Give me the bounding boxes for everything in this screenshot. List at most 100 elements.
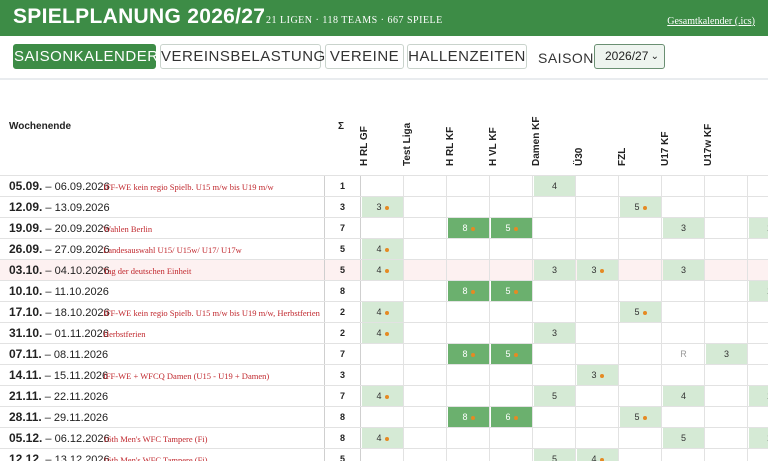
- tab-hallenzeiten[interactable]: HALLENZEITEN: [407, 44, 527, 69]
- league-cell[interactable]: 3: [577, 260, 619, 280]
- tab-saisonkalender[interactable]: SAISONKALENDER: [13, 44, 158, 69]
- league-cell: [448, 197, 490, 217]
- week-note: IFF-WE kein regio Spielb. U15 m/w bis U1…: [103, 182, 274, 192]
- league-cell: [577, 302, 619, 322]
- league-cell[interactable]: 4: [362, 428, 404, 448]
- league-cell[interactable]: 3: [362, 197, 404, 217]
- week-end: – 13.09.2026: [42, 202, 110, 214]
- league-cell[interactable]: 4: [577, 449, 619, 461]
- league-cell[interactable]: 3: [663, 260, 705, 280]
- league-cell[interactable]: 8: [448, 218, 490, 238]
- table-row[interactable]: 31.10. – 01.11.2026 Herbstferien 2 4 3: [0, 322, 768, 343]
- table-row[interactable]: 07.11. – 08.11.2026 7 8 5 R 3: [0, 343, 768, 364]
- league-cell[interactable]: 4: [362, 386, 404, 406]
- league-cell: [405, 239, 447, 259]
- league-cell[interactable]: 6: [491, 407, 533, 427]
- league-cell: [577, 407, 619, 427]
- league-cell: [405, 281, 447, 301]
- ics-download-link[interactable]: Gesamtkalender (.ics): [667, 16, 755, 27]
- league-cell: [706, 365, 748, 385]
- league-cell[interactable]: 3: [663, 218, 705, 238]
- league-cell[interactable]: 1: [749, 428, 768, 448]
- game-count: 5: [680, 433, 686, 443]
- game-count: 3: [591, 265, 597, 275]
- table-row[interactable]: 05.12. – 06.12.2026 16th Men's WFC Tamper…: [0, 427, 768, 448]
- league-cell[interactable]: R: [663, 344, 705, 364]
- table-row[interactable]: 14.11. – 15.11.2026 IFF-WE + WFCQ Damen (…: [0, 364, 768, 385]
- league-cell[interactable]: 5: [663, 428, 705, 448]
- league-cell[interactable]: 5: [491, 344, 533, 364]
- saison-label: SAISON: [538, 50, 594, 66]
- week-end: – 11.10.2026: [42, 286, 109, 298]
- league-cell: [663, 176, 705, 196]
- league-cell[interactable]: 4: [362, 239, 404, 259]
- week-end: – 27.09.2026: [42, 244, 110, 256]
- league-cell[interactable]: 4: [663, 386, 705, 406]
- tab-vereinsbelastung[interactable]: VEREINSBELASTUNG: [160, 44, 325, 69]
- game-count: 5: [634, 412, 640, 422]
- league-cell: [448, 239, 490, 259]
- league-cell: [577, 344, 619, 364]
- table-row[interactable]: 28.11. – 29.11.2026 8 8 6 5: [0, 406, 768, 427]
- table-row[interactable]: 12.09. – 13.09.2026 3 3 5: [0, 196, 768, 217]
- chevron-down-icon: ⌄: [650, 51, 659, 62]
- saison-select[interactable]: 2026/27 ⌄: [594, 44, 665, 69]
- league-cell: [706, 218, 748, 238]
- table-row[interactable]: 03.10. – 04.10.2026 Tag der deutschen Ein…: [0, 259, 768, 280]
- week-date: 26.09. – 27.09.2026: [9, 242, 110, 256]
- table-row[interactable]: 17.10. – 18.10.2026 IFF-WE kein regio Spi…: [0, 301, 768, 322]
- league-cell[interactable]: 5: [620, 407, 662, 427]
- league-cell: [706, 407, 748, 427]
- week-sum: 1: [324, 176, 361, 196]
- table-row[interactable]: 21.11. – 22.11.2026 7 4 5 4 1: [0, 385, 768, 406]
- league-cell[interactable]: 3: [534, 323, 576, 343]
- league-cell: [663, 197, 705, 217]
- league-cell: [620, 281, 662, 301]
- table-row[interactable]: 12.12. – 13.12.2026 16th Men's WFC Tamper…: [0, 448, 768, 461]
- league-cell[interactable]: 5: [491, 218, 533, 238]
- league-cell[interactable]: 5: [491, 281, 533, 301]
- nav-bar: SAISONKALENDER VEREINSBELASTUNG VEREINE …: [0, 36, 768, 78]
- week-start: 14.11.: [9, 368, 42, 382]
- league-cell[interactable]: 4: [362, 302, 404, 322]
- league-cell: [405, 323, 447, 343]
- league-cell: [534, 218, 576, 238]
- week-note: 16th Men's WFC Tampere (Fi): [103, 455, 208, 461]
- game-count: 5: [551, 454, 557, 461]
- week-date: 03.10. – 04.10.2026: [9, 263, 110, 277]
- week-sum: 3: [324, 197, 361, 217]
- game-count: R: [680, 349, 687, 359]
- league-cell: [749, 344, 768, 364]
- league-cell[interactable]: 8: [448, 281, 490, 301]
- sum-column-header: Σ: [338, 121, 345, 132]
- league-cell[interactable]: 5: [534, 386, 576, 406]
- week-note: 16th Men's WFC Tampere (Fi): [103, 434, 208, 444]
- conflict-dot-icon: [470, 352, 475, 357]
- week-start: 12.09.: [9, 200, 43, 214]
- league-cell[interactable]: 4: [362, 323, 404, 343]
- tab-vereine[interactable]: VEREINE: [325, 44, 404, 69]
- game-count: 4: [591, 454, 597, 461]
- game-count: 4: [680, 391, 686, 401]
- week-sum: 7: [324, 344, 361, 364]
- league-cell[interactable]: 8: [448, 407, 490, 427]
- league-cell[interactable]: 5: [534, 449, 576, 461]
- league-cell[interactable]: 1: [749, 218, 768, 238]
- league-cell[interactable]: 3: [706, 344, 748, 364]
- league-cell[interactable]: 3: [577, 365, 619, 385]
- league-cell[interactable]: 5: [620, 302, 662, 322]
- league-cell[interactable]: 8: [448, 344, 490, 364]
- league-cell[interactable]: 5: [620, 197, 662, 217]
- league-cell[interactable]: 3: [534, 260, 576, 280]
- league-cell[interactable]: 1: [749, 386, 768, 406]
- table-row[interactable]: 05.09. – 06.09.2026 IFF-WE kein regio Spi…: [0, 175, 768, 196]
- conflict-dot-icon: [642, 205, 647, 210]
- table-row[interactable]: 10.10. – 11.10.2026 8 8 5 1: [0, 280, 768, 301]
- table-row[interactable]: 19.09. – 20.09.2026Wahlen Berlin 7 8 5 3 1: [0, 217, 768, 238]
- league-cell: [706, 302, 748, 322]
- league-cell: [620, 386, 662, 406]
- league-cell[interactable]: 4: [362, 260, 404, 280]
- table-row[interactable]: 26.09. – 27.09.2026 Landesauswahl U15/ U1…: [0, 238, 768, 259]
- league-cell[interactable]: 4: [534, 176, 576, 196]
- league-cell[interactable]: 1: [749, 281, 768, 301]
